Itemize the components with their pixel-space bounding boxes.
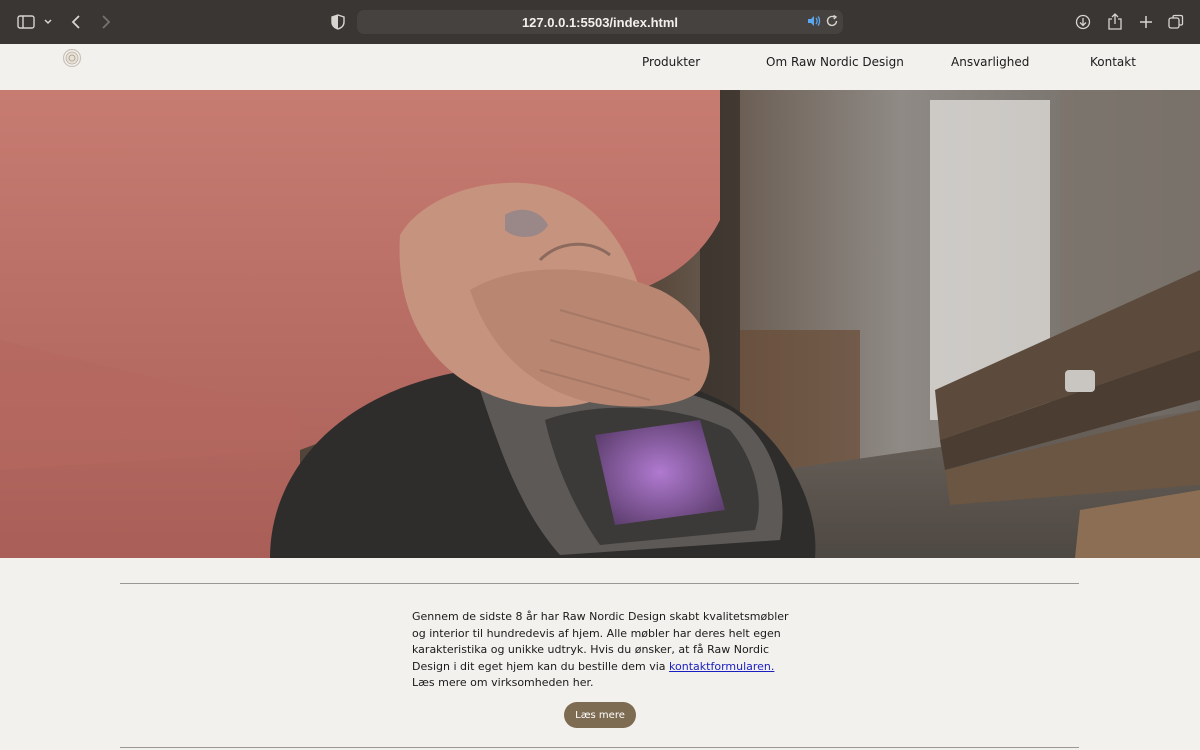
browser-toolbar: 127.0.0.1:5503/index.html <box>0 0 1200 44</box>
nav-ansvarlighed[interactable]: Ansvarlighed <box>951 55 1029 69</box>
share-icon[interactable] <box>1105 12 1125 32</box>
nav-kontakt[interactable]: Kontakt <box>1090 55 1136 69</box>
reload-icon[interactable] <box>825 14 839 28</box>
back-arrow-icon[interactable] <box>66 12 86 32</box>
download-icon[interactable] <box>1073 12 1093 32</box>
intro-text-end: Læs mere om virksomheden her. <box>412 676 594 690</box>
contact-form-link[interactable]: kontaktformularen. <box>669 660 774 673</box>
forward-arrow-icon[interactable] <box>96 12 116 32</box>
url-text: 127.0.0.1:5503/index.html <box>521 14 679 30</box>
tab-overview-icon[interactable] <box>1166 12 1186 32</box>
site-logo[interactable] <box>62 48 82 68</box>
hero-illustration <box>0 90 1200 558</box>
chevron-down-icon[interactable] <box>38 12 58 32</box>
nav-produkter[interactable]: Produkter <box>642 55 700 69</box>
new-tab-icon[interactable] <box>1136 12 1156 32</box>
read-more-button[interactable]: Læs mere <box>564 702 636 728</box>
divider-top <box>120 583 1079 584</box>
divider-bottom <box>120 747 1079 748</box>
speaker-icon[interactable] <box>807 14 821 28</box>
hero-image <box>0 90 1200 558</box>
shield-icon[interactable] <box>328 12 348 32</box>
sidebar-toggle-icon[interactable] <box>16 12 36 32</box>
address-bar[interactable]: 127.0.0.1:5503/index.html <box>357 10 843 34</box>
nav-om-raw-nordic-design[interactable]: Om Raw Nordic Design <box>766 55 904 69</box>
intro-paragraph: Gennem de sidste 8 år har Raw Nordic Des… <box>412 609 792 692</box>
site-header: Produkter Om Raw Nordic Design Ansvarlig… <box>0 44 1200 90</box>
